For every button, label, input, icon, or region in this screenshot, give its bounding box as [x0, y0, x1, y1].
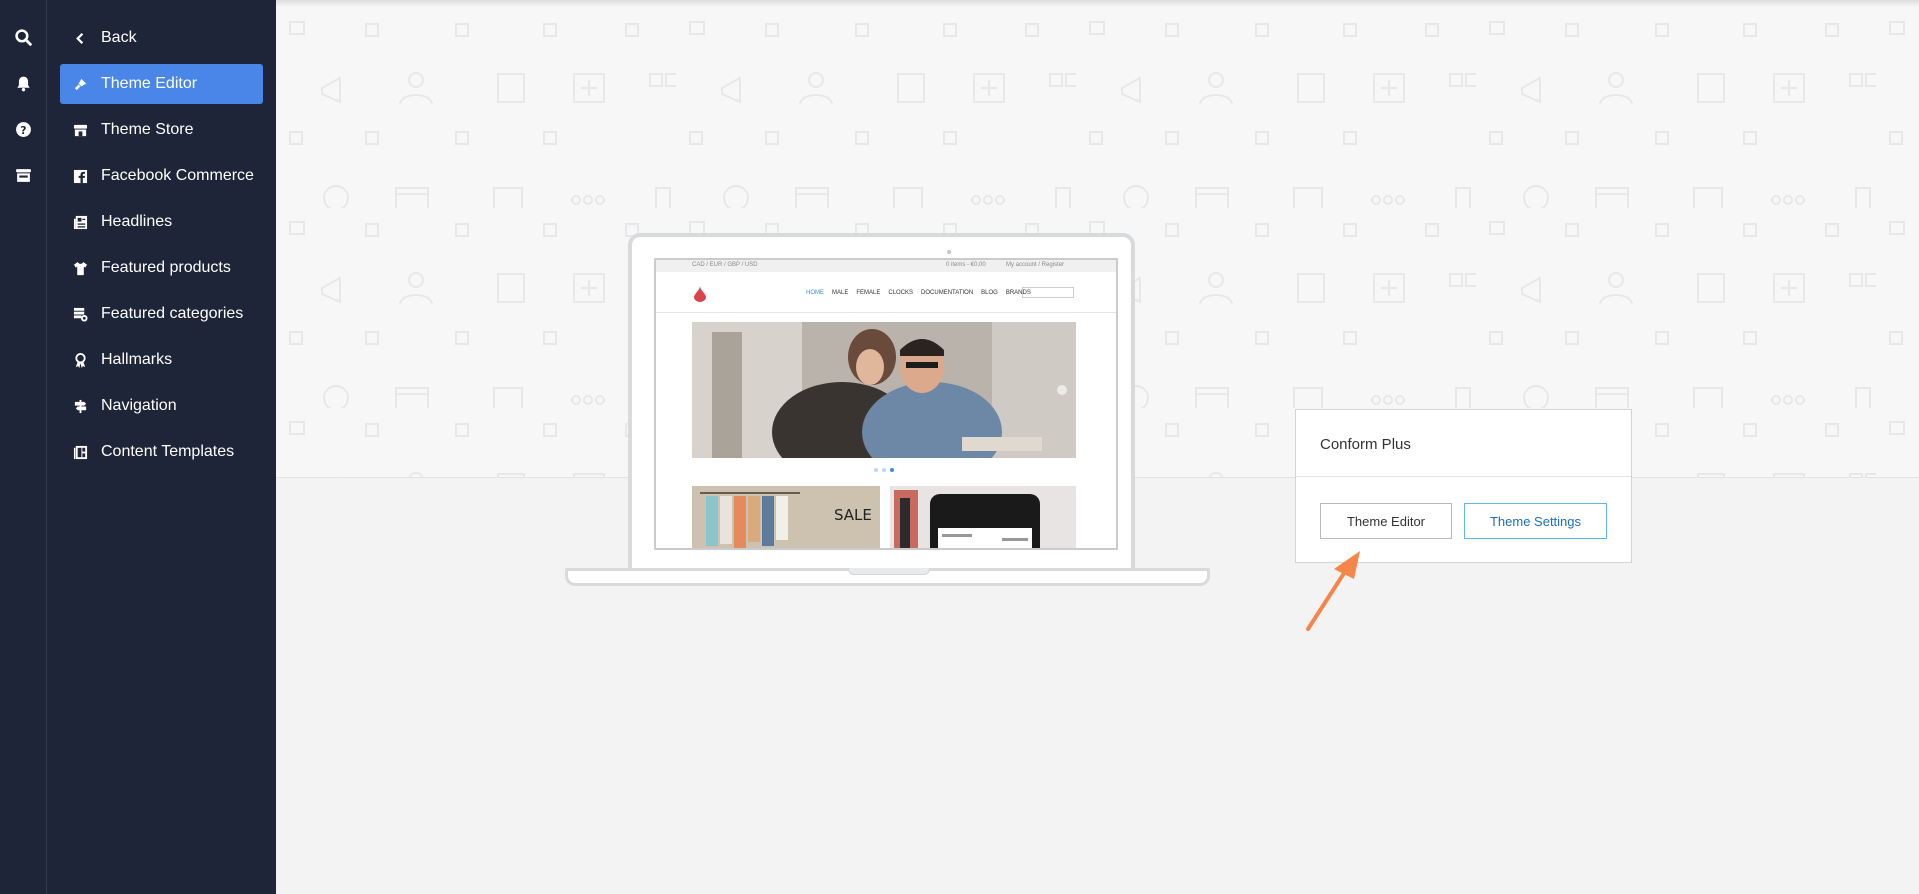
sidebar-item-label: Hallmarks [101, 351, 173, 368]
svg-text:?: ? [20, 123, 26, 136]
sidebar-item-label: Theme Store [101, 121, 194, 138]
facebook-icon [71, 167, 89, 185]
theme-name: Conform Plus [1320, 436, 1411, 453]
annotation-arrow-icon [1306, 551, 1360, 631]
icon-rail: ? [0, 0, 47, 894]
site-account: My account / Register [1006, 262, 1065, 268]
top-shadow [276, 0, 1919, 7]
site-nav-item: CLOCKS [888, 290, 914, 296]
sidebar-item-hallmarks[interactable]: Hallmarks [60, 340, 263, 380]
theme-preview-laptop: CAD / EUR / GBP / USD 0 items - €0,00 My… [565, 233, 1210, 595]
site-nav-item: MALE [832, 290, 849, 296]
signpost-icon [71, 397, 89, 415]
laptop-camera [947, 250, 951, 254]
site-search-box [1022, 287, 1074, 298]
sidebar-item-label: Content Templates [101, 443, 235, 460]
search-icon[interactable] [10, 24, 36, 50]
sidebar-item-theme-editor[interactable]: Theme Editor [60, 64, 263, 104]
card-divider [1296, 476, 1631, 477]
laptop-lid: CAD / EUR / GBP / USD 0 items - €0,00 My… [628, 233, 1135, 569]
sidebar-item-label: Featured products [101, 259, 231, 276]
sidebar-item-label: Featured categories [101, 305, 244, 322]
newspaper-icon [71, 213, 89, 231]
hero-slide-image [692, 322, 1076, 458]
chevron-left-icon [71, 29, 89, 47]
site-nav-item: FEMALE [856, 290, 881, 296]
sidebar-item-theme-store[interactable]: Theme Store [60, 110, 263, 150]
template-icon [71, 443, 89, 461]
site-nav-item: HOME [806, 290, 824, 296]
theme-card: Conform Plus Theme Editor Theme Settings [1295, 409, 1632, 563]
sidebar: Back Theme Editor Theme Store Facebook C… [47, 0, 276, 894]
site-logo [694, 286, 706, 302]
tshirt-icon [71, 259, 89, 277]
store-icon[interactable] [10, 162, 36, 188]
sidebar-item-label: Theme Editor [101, 75, 198, 92]
categories-icon [71, 305, 89, 323]
back-label: Back [101, 29, 137, 46]
site-cart: 0 items - €0,00 [946, 262, 986, 268]
sidebar-item-label: Facebook Commerce [101, 167, 254, 184]
sidebar-item-facebook-commerce[interactable]: Facebook Commerce [60, 156, 263, 196]
help-icon[interactable]: ? [10, 116, 36, 142]
sidebar-item-featured-categories[interactable]: Featured categories [60, 294, 263, 334]
award-icon [71, 351, 89, 369]
site-nav-item: BLOG [981, 290, 998, 296]
site-currencies: CAD / EUR / GBP / USD [692, 262, 758, 268]
sidebar-item-featured-products[interactable]: Featured products [60, 248, 263, 288]
theme-editor-button[interactable]: Theme Editor [1320, 503, 1452, 539]
store-icon [71, 121, 89, 139]
phone-banner [890, 486, 1076, 548]
brush-icon [71, 75, 89, 93]
bell-icon[interactable] [10, 70, 36, 96]
sidebar-item-label: Navigation [101, 397, 177, 414]
sidebar-item-navigation[interactable]: Navigation [60, 386, 263, 426]
site-nav-item: DOCUMENTATION [921, 290, 974, 296]
site-nav: HOME MALE FEMALE CLOCKS DOCUMENTATION BL… [806, 290, 1031, 296]
sidebar-item-headlines[interactable]: Headlines [60, 202, 263, 242]
theme-preview-screen: CAD / EUR / GBP / USD 0 items - €0,00 My… [654, 258, 1118, 550]
back-button[interactable]: Back [60, 18, 263, 58]
sidebar-item-content-templates[interactable]: Content Templates [60, 432, 263, 472]
sidebar-item-label: Headlines [101, 213, 173, 230]
laptop-notch [848, 568, 930, 575]
sale-banner: SALE [692, 486, 880, 548]
site-divider [656, 312, 1116, 313]
sale-label: SALE [834, 506, 872, 524]
slide-dots [874, 468, 894, 472]
main-content: CAD / EUR / GBP / USD 0 items - €0,00 My… [276, 0, 1919, 894]
theme-settings-button[interactable]: Theme Settings [1464, 503, 1607, 539]
site-topbar: CAD / EUR / GBP / USD 0 items - €0,00 My… [656, 260, 1116, 272]
